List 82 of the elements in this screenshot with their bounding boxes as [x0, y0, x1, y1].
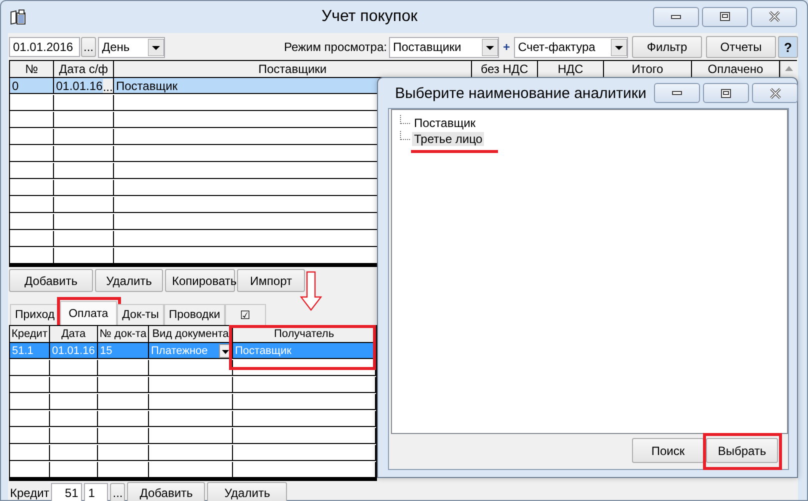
dropdown-arrow-icon [482, 38, 498, 56]
tab[interactable]: ☑ [225, 304, 266, 325]
subaccount-field[interactable]: 1 [84, 483, 108, 501]
table-cell [98, 411, 149, 427]
dialog-button[interactable]: Поиск [632, 438, 704, 463]
toolbar-button[interactable]: Фильтр [632, 36, 702, 58]
mode-dropdown[interactable]: Поставщики [388, 36, 499, 58]
credit-label: Кредит [10, 486, 50, 500]
tab[interactable]: Проводки [164, 304, 226, 325]
grid-button[interactable]: Удалить [95, 269, 163, 292]
table-cell: 15 [98, 343, 149, 359]
cell-text: 01.01.16 [56, 78, 103, 93]
column-header[interactable]: Дата [50, 326, 98, 343]
browse-button[interactable]: ... [110, 483, 126, 501]
table-cell [50, 462, 98, 478]
table-cell [98, 428, 149, 444]
dropdown-arrow-icon [611, 38, 627, 56]
dropdown-value: День [102, 40, 130, 54]
minimize-button[interactable] [654, 83, 700, 103]
cell-text: Платежное [151, 344, 208, 358]
tab[interactable]: Оплата [60, 301, 118, 325]
tree-item[interactable]: Третье лицо [412, 132, 484, 146]
maximize-button[interactable] [702, 6, 748, 26]
plus-label: + [502, 40, 511, 54]
column-header[interactable]: Поставщики [114, 61, 472, 78]
close-button[interactable] [752, 83, 798, 103]
table-cell [98, 360, 149, 376]
close-button[interactable] [751, 6, 797, 26]
column-header[interactable]: Дата с/ф [54, 61, 114, 78]
help-button[interactable]: ? [778, 36, 798, 58]
date-field[interactable]: 01.01.2016 [9, 37, 80, 57]
table-cell: 0 [10, 78, 54, 94]
window-title: Учет покупок [320, 8, 418, 26]
grid-button[interactable]: Импорт [237, 269, 305, 292]
table-cell: Поставщик [233, 343, 376, 359]
close-icon [768, 11, 780, 22]
table-cell: 51.1 [10, 343, 50, 359]
table-cell [98, 462, 149, 478]
credit-button[interactable]: Удалить [207, 482, 288, 501]
maximize-icon [720, 12, 730, 21]
toolbar-button[interactable]: Отчеты [706, 36, 776, 58]
table-cell: 01.01.16 [50, 343, 98, 359]
table-cell [50, 411, 98, 427]
table-cell [50, 445, 98, 461]
column-header[interactable]: Вид документа [149, 326, 233, 343]
minimize-button[interactable] [653, 6, 699, 26]
dropdown-value: Поставщики [392, 40, 462, 54]
close-icon [770, 88, 781, 98]
tab[interactable]: Приход [10, 304, 60, 325]
account-field[interactable]: 51 [51, 483, 82, 501]
column-header[interactable]: № док-та [98, 326, 149, 343]
dialog-button[interactable]: Выбрать [706, 438, 778, 463]
grid-button[interactable]: Копировать [165, 269, 235, 292]
dropdown-arrow-icon [148, 38, 164, 56]
period-dropdown[interactable]: День [98, 36, 165, 58]
mode-label: Режим просмотра: [284, 40, 387, 54]
tab[interactable]: Док-ты [117, 304, 164, 325]
book-icon [10, 8, 26, 24]
minimize-icon [672, 91, 682, 95]
browse-button[interactable]: ... [81, 37, 96, 57]
grid-button[interactable]: Добавить [9, 269, 93, 292]
credit-button[interactable]: Добавить [127, 482, 206, 501]
column-header[interactable]: Итого [604, 61, 692, 78]
table-cell [50, 360, 98, 376]
table-cell [50, 394, 98, 410]
column-header[interactable]: Оплачено [692, 61, 780, 78]
table-cell [98, 377, 149, 393]
column-header[interactable]: НДС [538, 61, 604, 78]
column-header[interactable]: без НДС [472, 61, 538, 78]
maximize-icon [721, 88, 732, 98]
table-cell [98, 445, 149, 461]
tree-item[interactable]: Поставщик [412, 116, 478, 130]
table-cell [50, 377, 98, 393]
dropdown-value: Счет-фактура [518, 40, 596, 54]
document-dropdown[interactable]: Счет-фактура [514, 36, 628, 58]
column-header[interactable]: № [10, 61, 54, 78]
maximize-button[interactable] [703, 83, 750, 103]
browse-button[interactable]: ... [102, 78, 113, 92]
column-header[interactable]: Кредит [10, 326, 50, 343]
table-cell [50, 428, 98, 444]
table-cell [98, 394, 149, 410]
minimize-icon [671, 14, 681, 18]
